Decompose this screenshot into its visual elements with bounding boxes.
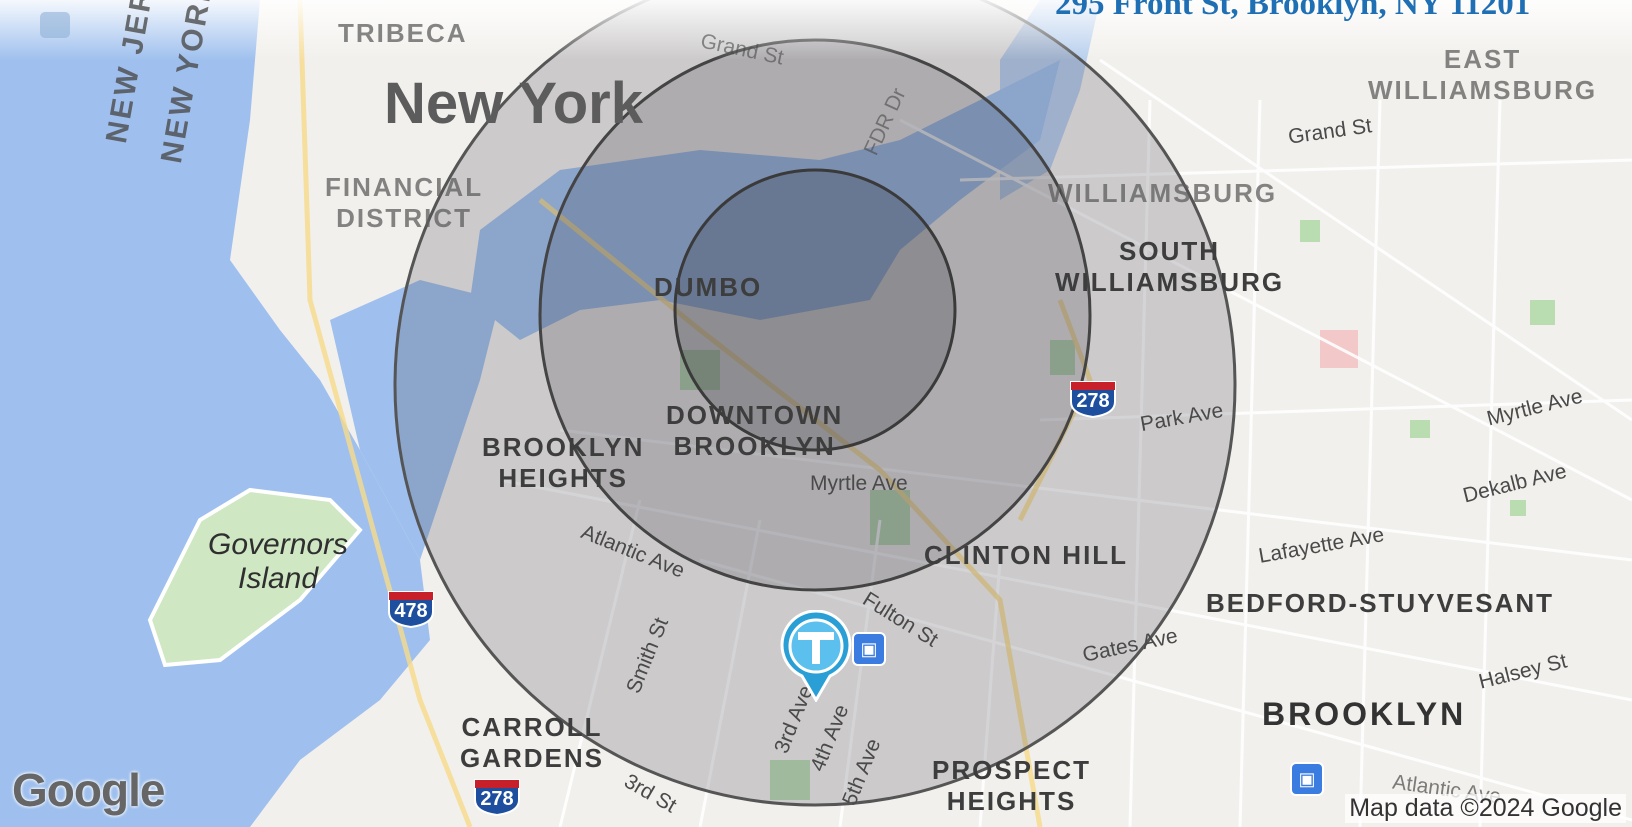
label-south-williamsburg: SOUTH WILLIAMSBURG [1055, 236, 1285, 297]
address-heading: 295 Front St, Brooklyn, NY 11201 [1055, 0, 1531, 22]
label-brooklyn-heights: BROOKLYN HEIGHTS [482, 432, 645, 493]
city-label: New York [384, 71, 643, 136]
label-east-williamsburg: EAST WILLIAMSBURG [1368, 44, 1598, 105]
label-williamsburg: WILLIAMSBURG [1048, 178, 1278, 208]
label-financial-district: FINANCIAL DISTRICT [325, 172, 484, 233]
transit-icon-top [40, 12, 70, 38]
label-downtown-brooklyn: DOWNTOWN BROOKLYN [666, 400, 844, 461]
map-attribution[interactable]: Map data ©2024 Google [1345, 794, 1626, 823]
highway-shield-478: 478 [386, 590, 436, 629]
street-myrtle-ave: Myrtle Ave [810, 472, 908, 495]
subway-icon[interactable]: ▣ [852, 632, 886, 666]
label-governors-island: Governors Island [208, 528, 349, 595]
label-brooklyn: BROOKLYN [1262, 696, 1467, 732]
google-logo: Google [12, 764, 165, 816]
highway-shield-278-south: 278 [472, 778, 522, 817]
label-prospect-heights: PROSPECT HEIGHTS [932, 755, 1092, 816]
label-clinton-hill: CLINTON HILL [924, 540, 1129, 570]
highway-shield-278-north: 278 [1068, 380, 1118, 419]
label-dumbo: DUMBO [654, 272, 763, 302]
label-bedford-stuyvesant: BEDFORD-STUYVESANT [1206, 588, 1555, 618]
label-carroll-gardens: CARROLL GARDENS [460, 712, 605, 773]
subway-icon-bedstuy[interactable]: ▣ [1290, 762, 1324, 796]
label-tribeca: TRIBECA [338, 18, 468, 48]
map-container[interactable]: 295 Front St, Brooklyn, NY 11201 New Yor… [0, 0, 1632, 827]
location-pin-icon[interactable] [780, 609, 852, 703]
